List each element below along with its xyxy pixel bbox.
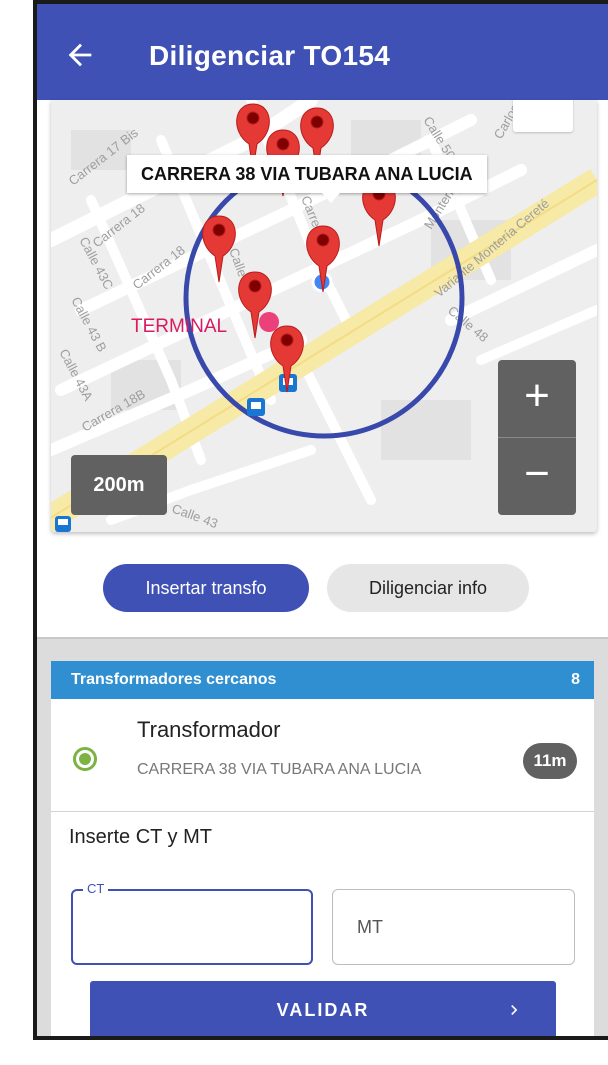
validate-button[interactable]: VALIDAR	[90, 981, 556, 1036]
mt-input[interactable]	[333, 890, 574, 964]
ct-mt-section-label: Inserte CT y MT	[69, 826, 212, 848]
app-screen: Diligenciar TO154 Carrera 17 Bis Carrera…	[37, 4, 608, 1036]
list-item[interactable]: Transformador CARRERA 38 VIA TUBARA ANA …	[51, 699, 594, 812]
insert-transformer-button[interactable]: Insertar transfo	[103, 564, 309, 612]
zoom-out-button[interactable]: −	[498, 438, 576, 515]
validate-button-label: VALIDAR	[276, 1000, 370, 1020]
map-view[interactable]: Carrera 17 Bis Carrera 18 Carrera 18 Cal…	[51, 100, 597, 532]
action-buttons: Insertar transfo Diligenciar info	[37, 564, 608, 616]
bottom-panel: Transformadores cercanos 8 Transformador…	[37, 637, 608, 1036]
list-item-address: CARRERA 38 VIA TUBARA ANA LUCIA	[137, 761, 422, 778]
zoom-in-button[interactable]: +	[498, 360, 576, 437]
page-title: Diligenciar TO154	[149, 40, 391, 71]
card-header-title: Transformadores cercanos	[71, 671, 277, 688]
chevron-right-icon	[511, 1005, 518, 1015]
marker-tooltip: CARRERA 38 VIA TUBARA ANA LUCIA	[127, 155, 487, 203]
card-header-count: 8	[571, 671, 580, 688]
frame-bottom-border	[33, 1036, 608, 1040]
fill-info-button[interactable]: Diligenciar info	[327, 564, 529, 612]
radio-selected-icon[interactable]	[73, 747, 97, 771]
bus-stop-icon	[247, 398, 265, 416]
app-bar: Diligenciar TO154	[37, 4, 608, 100]
poi-terminal-label: TERMINAL	[131, 316, 227, 337]
ct-input[interactable]	[73, 891, 311, 963]
card-header: Transformadores cercanos 8	[51, 661, 594, 699]
zoom-controls: + −	[498, 360, 576, 515]
bus-stop-icon	[55, 516, 71, 532]
mt-field[interactable]	[332, 889, 575, 965]
map-scale-badge: 200m	[71, 455, 167, 515]
ct-field[interactable]: CT	[71, 881, 313, 965]
arrow-left-icon[interactable]	[63, 38, 97, 72]
poi-terminal-icon	[259, 312, 279, 332]
compass-button[interactable]	[513, 100, 573, 132]
distance-badge: 11m	[523, 743, 577, 779]
frame-left	[0, 0, 33, 1065]
list-item-title: Transformador	[137, 717, 281, 742]
nearby-transformers-card: Transformadores cercanos 8 Transformador…	[51, 661, 594, 1036]
